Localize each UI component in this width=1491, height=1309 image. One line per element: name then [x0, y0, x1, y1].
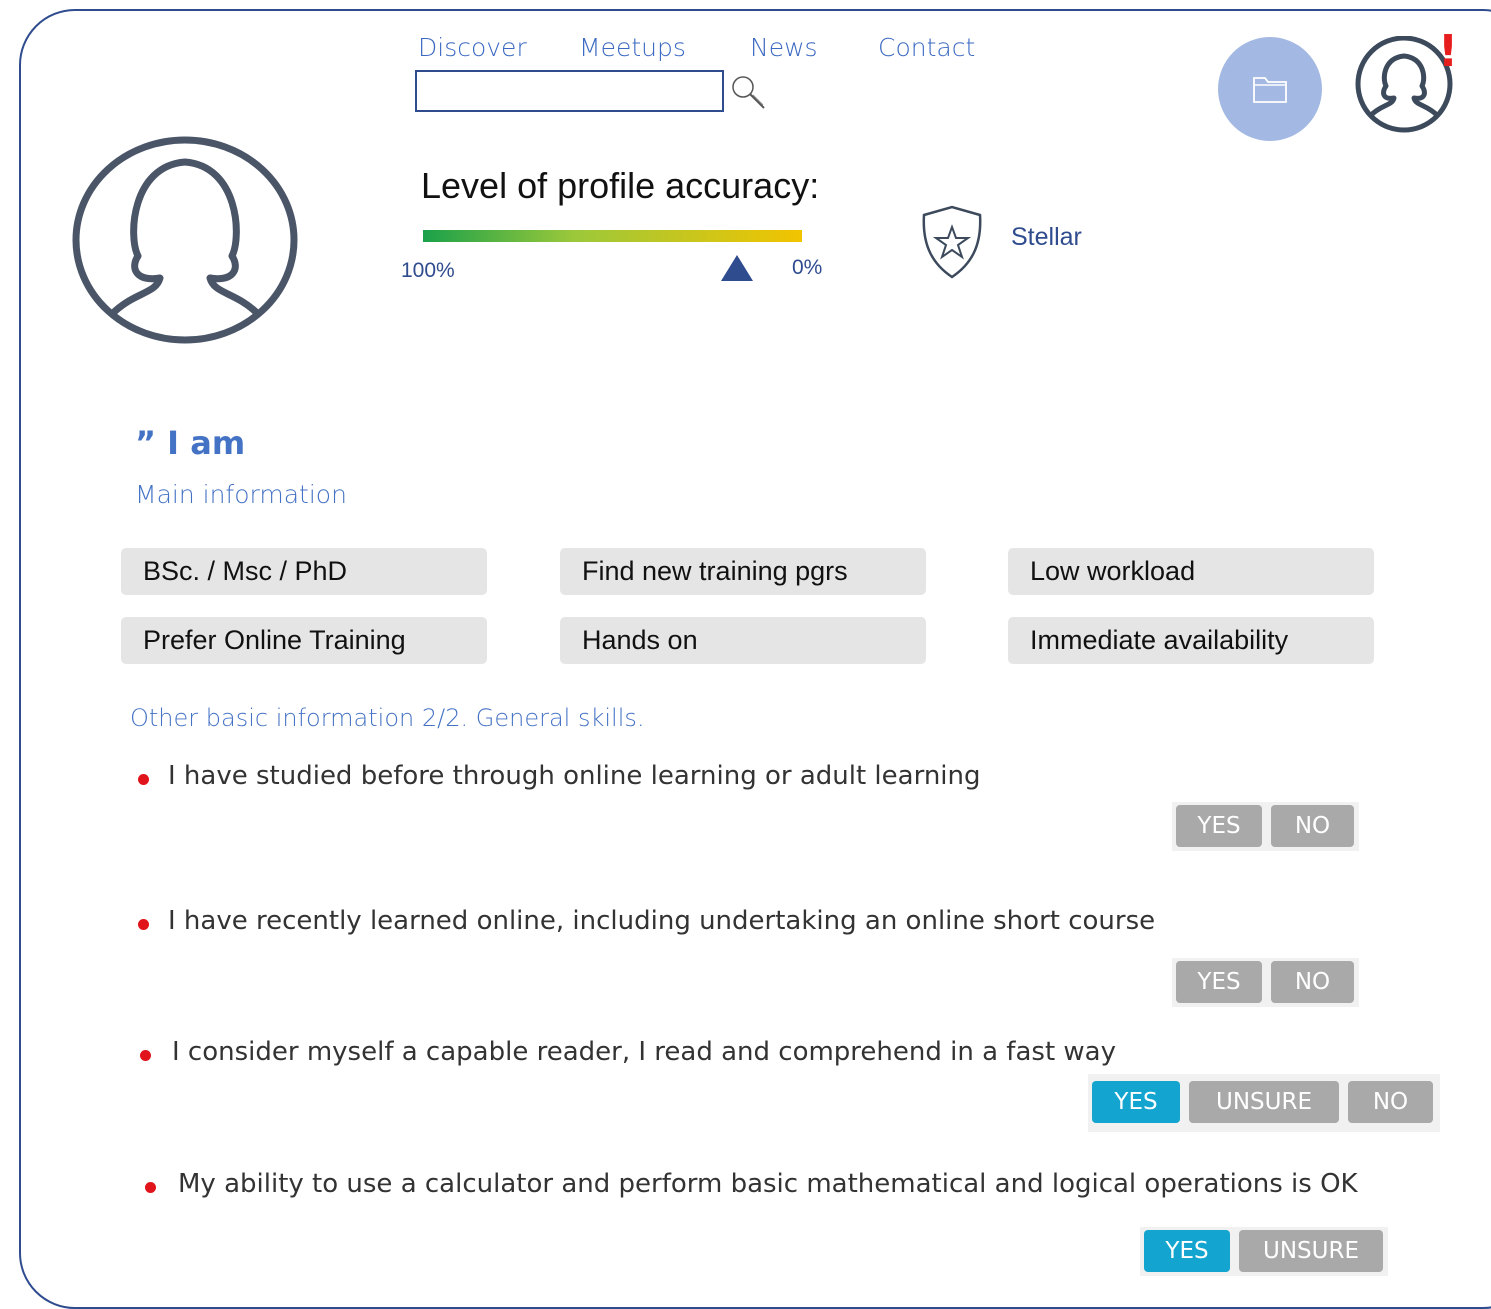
tag-hands-on[interactable]: Hands on	[560, 617, 926, 664]
profile-avatar-icon	[72, 136, 298, 344]
search-icon[interactable]	[730, 74, 768, 112]
accuracy-marker-icon	[721, 255, 753, 281]
answer-no-button[interactable]: NO	[1348, 1081, 1433, 1123]
section-subheading: Main information	[135, 480, 347, 509]
notification-alert-icon: !	[1438, 26, 1459, 77]
tag-online-training[interactable]: Prefer Online Training	[121, 617, 487, 664]
answer-no-button[interactable]: NO	[1271, 961, 1354, 1003]
accuracy-left-label: 100%	[401, 259, 455, 282]
answer-no-button[interactable]: NO	[1271, 805, 1354, 847]
accuracy-right-label: 0%	[792, 256, 823, 279]
answer-yes-button[interactable]: YES	[1176, 961, 1262, 1003]
tag-immediate-availability[interactable]: Immediate availability	[1008, 617, 1374, 664]
answer-group-1: YES NO	[1172, 802, 1359, 851]
tag-training-programs[interactable]: Find new training pgrs	[560, 548, 926, 595]
nav-news[interactable]: News	[750, 33, 818, 62]
accuracy-label: Level of profile accuracy:	[421, 165, 820, 206]
answer-unsure-button[interactable]: UNSURE	[1239, 1230, 1383, 1272]
folder-button[interactable]	[1218, 37, 1322, 141]
answer-group-4: YES UNSURE	[1140, 1227, 1388, 1276]
bullet-icon	[138, 919, 149, 930]
star-shield-icon	[922, 205, 982, 279]
bullet-icon	[138, 774, 149, 785]
answer-yes-button[interactable]: YES	[1092, 1081, 1180, 1123]
bullet-icon	[140, 1050, 151, 1061]
accuracy-gradient-bar	[423, 230, 802, 242]
answer-yes-button[interactable]: YES	[1176, 805, 1262, 847]
search-input[interactable]	[415, 70, 724, 112]
question-recent-online: I have recently learned online, includin…	[168, 906, 1156, 936]
section-heading: ” I am	[135, 424, 246, 462]
answer-group-3: YES UNSURE NO	[1088, 1074, 1440, 1132]
tag-degree[interactable]: BSc. / Msc / PhD	[121, 548, 487, 595]
tag-low-workload[interactable]: Low workload	[1008, 548, 1374, 595]
other-info-heading: Other basic information 2/2. General ski…	[130, 704, 645, 732]
nav-discover[interactable]: Discover	[418, 33, 527, 62]
bullet-icon	[145, 1182, 156, 1193]
nav-contact[interactable]: Contact	[878, 33, 975, 62]
answer-unsure-button[interactable]: UNSURE	[1189, 1081, 1339, 1123]
badge-label: Stellar	[1011, 223, 1082, 251]
answer-yes-button[interactable]: YES	[1144, 1230, 1230, 1272]
answer-group-2: YES NO	[1172, 958, 1359, 1007]
question-calculator: My ability to use a calculator and perfo…	[178, 1169, 1358, 1199]
question-online-learning: I have studied before through online lea…	[168, 761, 981, 791]
nav-meetups[interactable]: Meetups	[579, 33, 686, 62]
folder-icon	[1253, 77, 1287, 103]
question-reader: I consider myself a capable reader, I re…	[172, 1037, 1116, 1067]
